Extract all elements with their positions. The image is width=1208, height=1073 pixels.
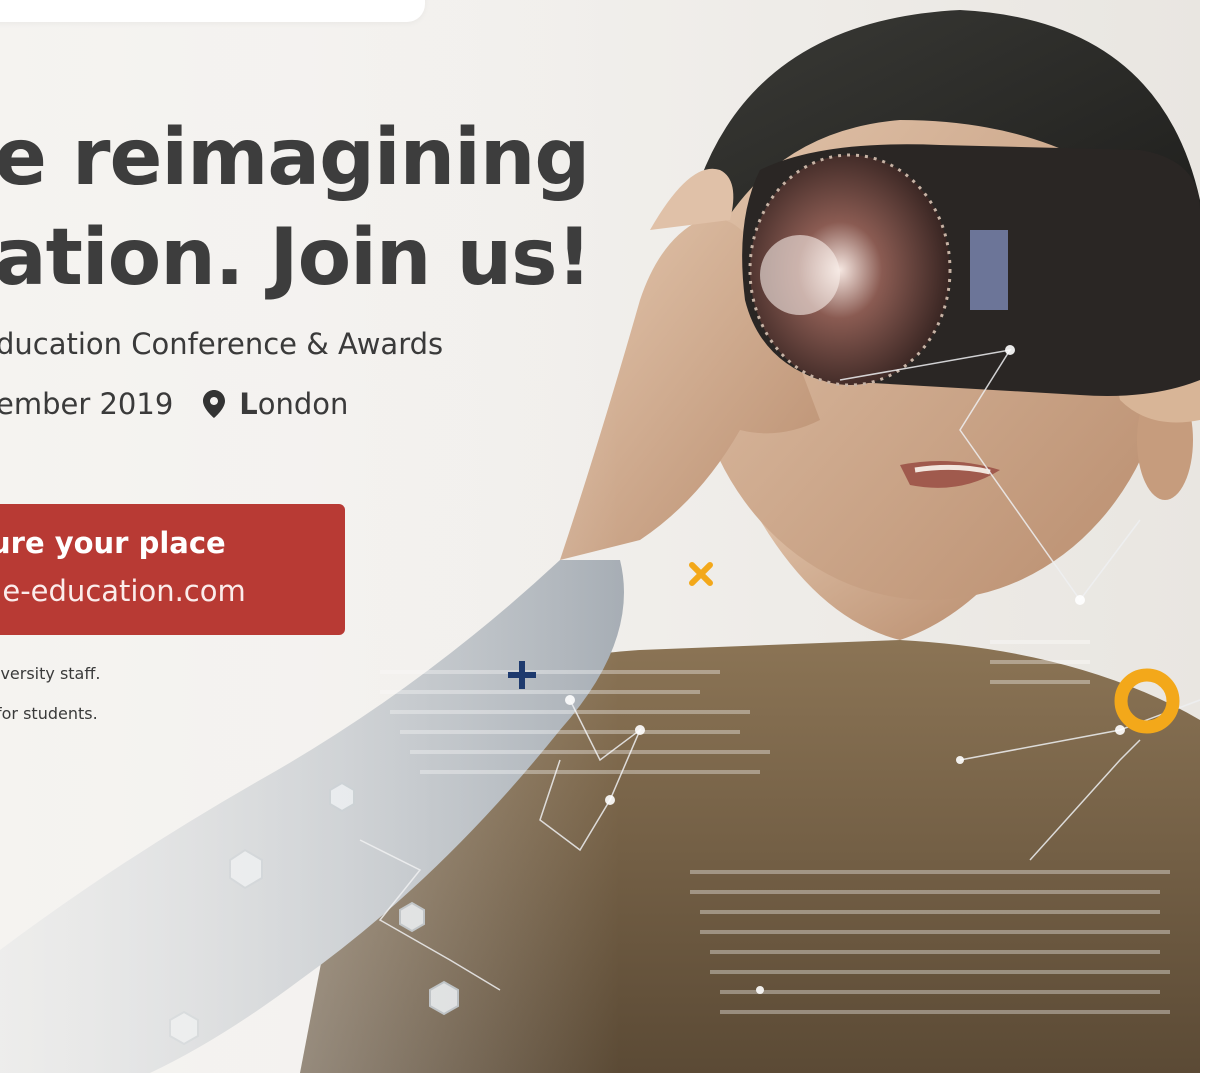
note-students: for students. (0, 704, 98, 723)
cta-url: he-education.com (0, 574, 246, 608)
event-meta: ember 2019 London (0, 387, 348, 421)
map-pin-icon (203, 390, 226, 418)
cta-label: ure your place (0, 526, 226, 560)
event-date: ember 2019 (0, 387, 174, 421)
top-card (0, 0, 425, 22)
hero-banner: e reimagining ation. Join us! ducation C… (0, 0, 1208, 1073)
event-subtitle: ducation Conference & Awards (0, 327, 444, 361)
x-icon (689, 562, 713, 586)
circle-icon (1114, 668, 1180, 734)
plus-icon (508, 661, 536, 689)
event-location-rest: ondon (257, 387, 349, 421)
event-location-initial: L (239, 387, 258, 421)
note-staff: iversity staff. (0, 664, 101, 683)
headline-line-2: ation. Join us! (0, 213, 592, 303)
headline-line-1: e reimagining (0, 113, 590, 203)
headline: e reimagining ation. Join us! (0, 108, 592, 308)
secure-place-button[interactable]: ure your place he-education.com (0, 504, 345, 635)
event-location: London (239, 387, 348, 421)
